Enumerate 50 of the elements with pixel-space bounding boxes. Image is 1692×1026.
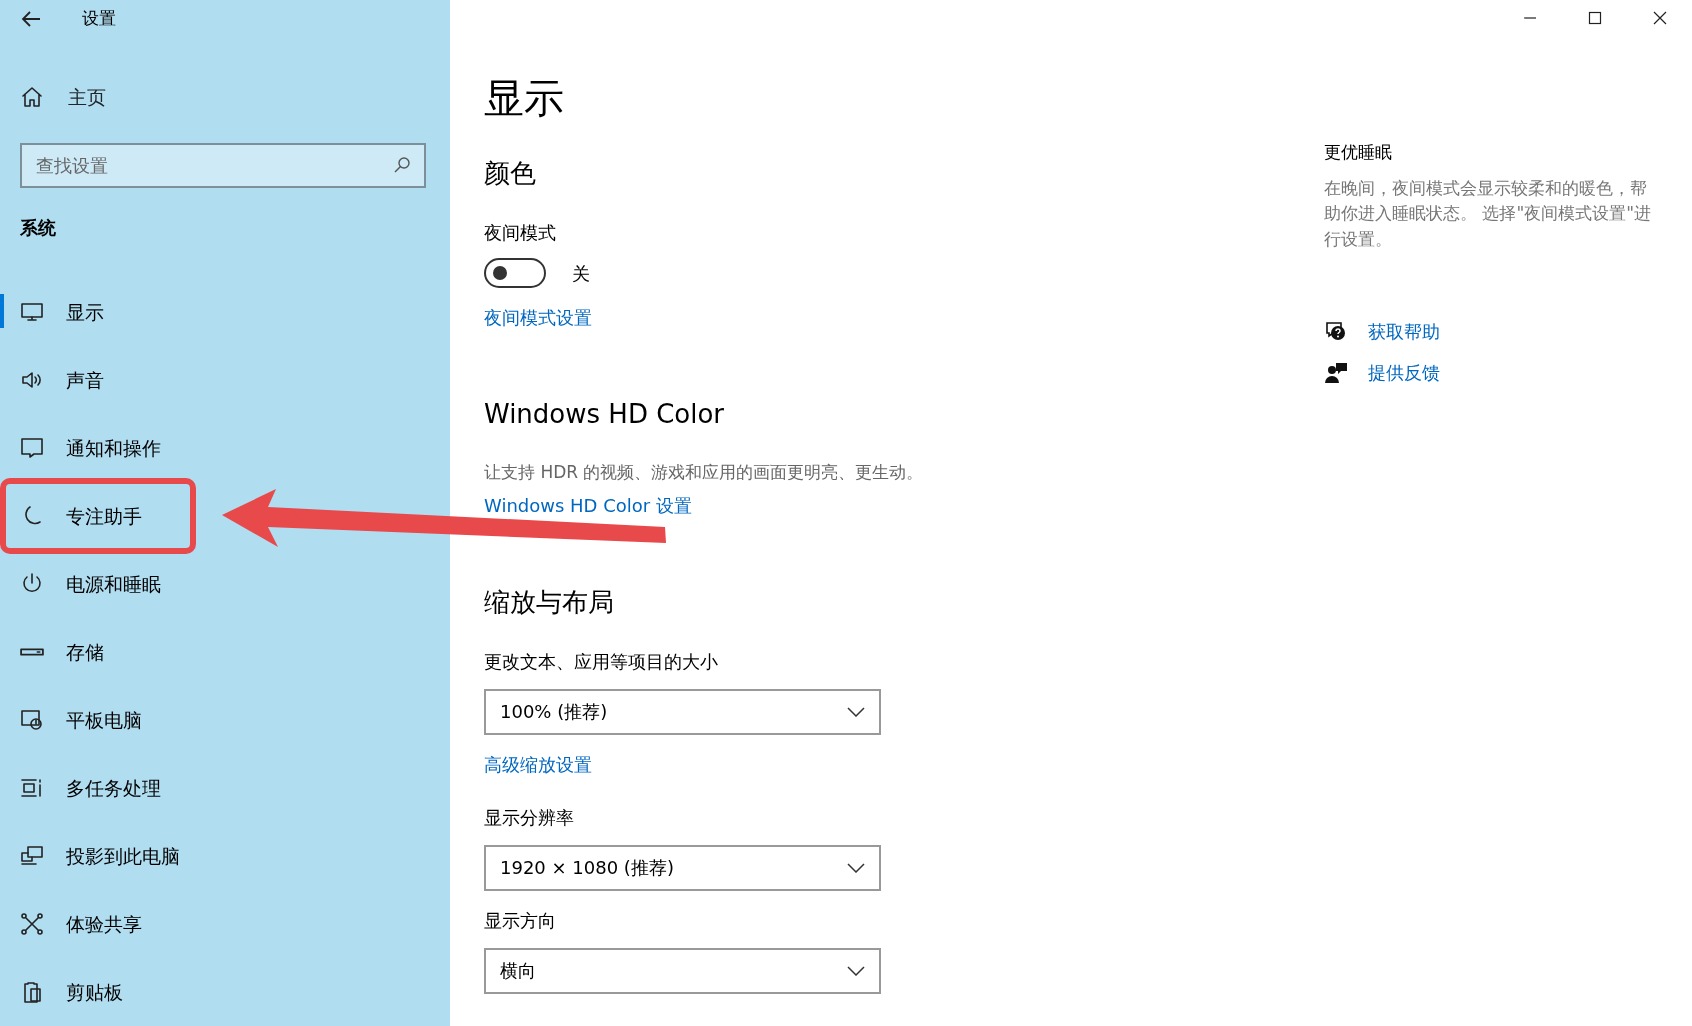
section-heading: 系统 — [19, 216, 57, 240]
section-heading: 缩放与布局 — [484, 585, 615, 619]
help-link[interactable]: 获取帮助 — [1368, 318, 1440, 345]
sidebar-item[interactable]: 显示 — [0, 278, 180, 346]
search-icon — [392, 155, 412, 175]
search-field[interactable]: 查找设置 — [20, 143, 426, 188]
sidebar-item[interactable]: 平板电脑 — [0, 686, 180, 754]
multitask-icon — [20, 776, 44, 800]
settings-link[interactable]: 夜间模式设置 — [484, 304, 592, 331]
toggle-state: 关 — [572, 261, 590, 286]
network-icon — [20, 912, 44, 936]
home-icon — [20, 85, 44, 109]
section-heading: 颜色 — [484, 157, 537, 190]
aside-heading: 更优睡眠 — [1324, 141, 1393, 164]
close-icon — [1652, 11, 1667, 25]
projector-icon — [20, 844, 44, 868]
description-text: 让支持 HDR 的视频、游戏和应用的画面更明亮、更生动。 — [484, 461, 925, 484]
sidebar-item[interactable]: 体验共享 — [0, 890, 180, 958]
chevron-down-icon — [847, 965, 865, 976]
setting-label: 更改文本、应用等项目的大小 — [484, 649, 719, 674]
section-heading: Windows HD Color — [484, 398, 726, 431]
dropdown[interactable]: 100% (推荐) — [484, 688, 881, 735]
message-icon — [20, 436, 44, 460]
help-link[interactable]: 提供反馈 — [1368, 359, 1440, 386]
chevron-down-icon — [847, 862, 865, 873]
dropdown[interactable]: 1920 × 1080 (推荐) — [484, 844, 881, 891]
toggle-switch[interactable] — [484, 258, 546, 288]
settings-link[interactable]: 高级缩放设置 — [484, 750, 592, 778]
maximize-icon — [1587, 11, 1602, 25]
setting-label: 显示方向 — [484, 908, 557, 933]
monitor-icon — [20, 300, 44, 324]
sidebar-item[interactable]: 专注助手 — [0, 478, 196, 554]
sidebar-item[interactable]: 剪贴板 — [0, 958, 180, 1026]
page-title: 显示 — [484, 78, 565, 118]
setting-label: 显示分辨率 — [484, 805, 575, 830]
sidebar-item[interactable]: 投影到此电脑 — [0, 822, 200, 890]
home-link[interactable]: 主页 — [20, 82, 106, 112]
aside-text: 在晚间，夜间模式会显示较柔和的暖色，帮助你进入睡眠状态。 选择"夜间模式设置"进行设置。 — [1324, 176, 1653, 251]
minimize-icon — [1522, 17, 1537, 19]
chevron-down-icon — [847, 706, 865, 717]
settings-link[interactable]: Windows HD Color 设置 — [484, 491, 692, 519]
setting-label: 夜间模式 — [484, 221, 557, 245]
drive-icon — [20, 648, 44, 656]
sidebar-item[interactable]: 存储 — [0, 618, 180, 686]
window-title: 设置 — [82, 7, 116, 31]
feedback-icon — [1324, 360, 1348, 385]
dropdown[interactable]: 横向 — [484, 947, 881, 994]
sidebar-item[interactable]: 声音 — [0, 346, 180, 414]
tablet-icon — [20, 708, 44, 732]
sidebar-item[interactable]: 多任务处理 — [0, 754, 181, 822]
